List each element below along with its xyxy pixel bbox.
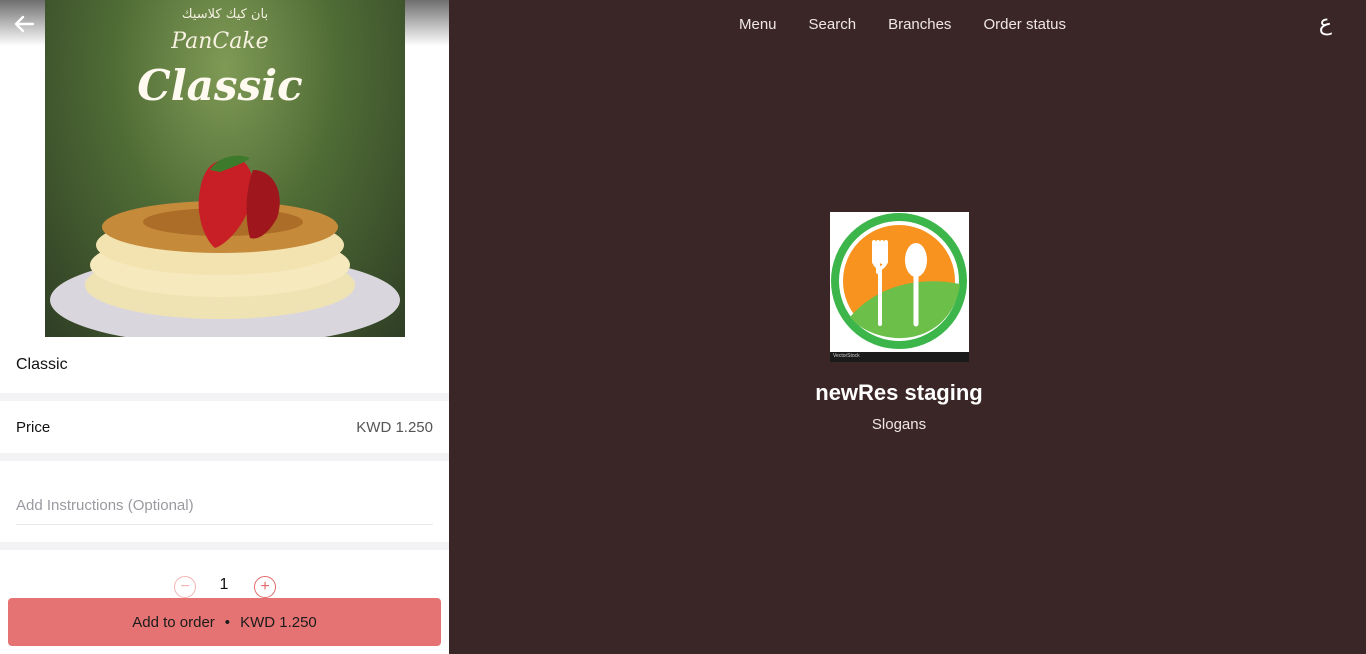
- quantity-stepper: − 1 +: [0, 560, 449, 600]
- quantity-value: 1: [219, 576, 229, 593]
- product-image-area: بان كيك كلاسيك PanCake Classic: [0, 0, 449, 337]
- arrow-left-icon: [14, 15, 35, 33]
- restaurant-logo: VectorStock: [830, 212, 969, 362]
- logo-footer: VectorStock: [830, 352, 969, 362]
- product-image: بان كيك كلاسيك PanCake Classic: [45, 0, 405, 337]
- banner-title: Classic: [137, 61, 302, 110]
- divider: [0, 393, 449, 401]
- product-name: Classic: [16, 356, 68, 373]
- nav-order-status[interactable]: Order status: [983, 16, 1066, 33]
- instructions-input[interactable]: [16, 486, 433, 525]
- language-toggle[interactable]: ع: [1319, 10, 1332, 36]
- price-row: Price KWD 1.250: [0, 401, 449, 453]
- add-to-order-total: KWD 1.250: [240, 613, 317, 631]
- plus-icon: +: [260, 578, 270, 595]
- nav-menu[interactable]: Menu: [739, 16, 777, 33]
- nav-search[interactable]: Search: [809, 16, 857, 33]
- restaurant-name: newRes staging: [815, 380, 983, 405]
- item-detail-panel: بان كيك كلاسيك PanCake Classic Classic P: [0, 0, 449, 654]
- divider: [0, 542, 449, 550]
- add-to-order-label: Add to order: [132, 613, 215, 631]
- price-value: KWD 1.250: [356, 419, 433, 436]
- separator-dot: •: [224, 613, 231, 631]
- nav-branches[interactable]: Branches: [888, 16, 951, 33]
- add-to-order-button[interactable]: Add to order • KWD 1.250: [8, 598, 441, 646]
- decrease-quantity-button[interactable]: −: [174, 576, 196, 598]
- banner-text-ar: بان كيك كلاسيك: [182, 7, 268, 22]
- restaurant-panel: Menu Search Branches Order status ع Vect…: [449, 0, 1366, 654]
- restaurant-slogan: Slogans: [871, 416, 927, 433]
- increase-quantity-button[interactable]: +: [254, 576, 276, 598]
- top-navigation: Menu Search Branches Order status: [739, 16, 1098, 33]
- divider: [0, 453, 449, 461]
- price-label: Price: [16, 419, 51, 436]
- back-button[interactable]: [12, 12, 36, 36]
- logo-footer-text: VectorStock: [833, 353, 860, 359]
- minus-icon: −: [180, 578, 190, 595]
- banner-script: PanCake: [170, 29, 268, 54]
- fork-spoon-leaf-icon: [831, 213, 967, 349]
